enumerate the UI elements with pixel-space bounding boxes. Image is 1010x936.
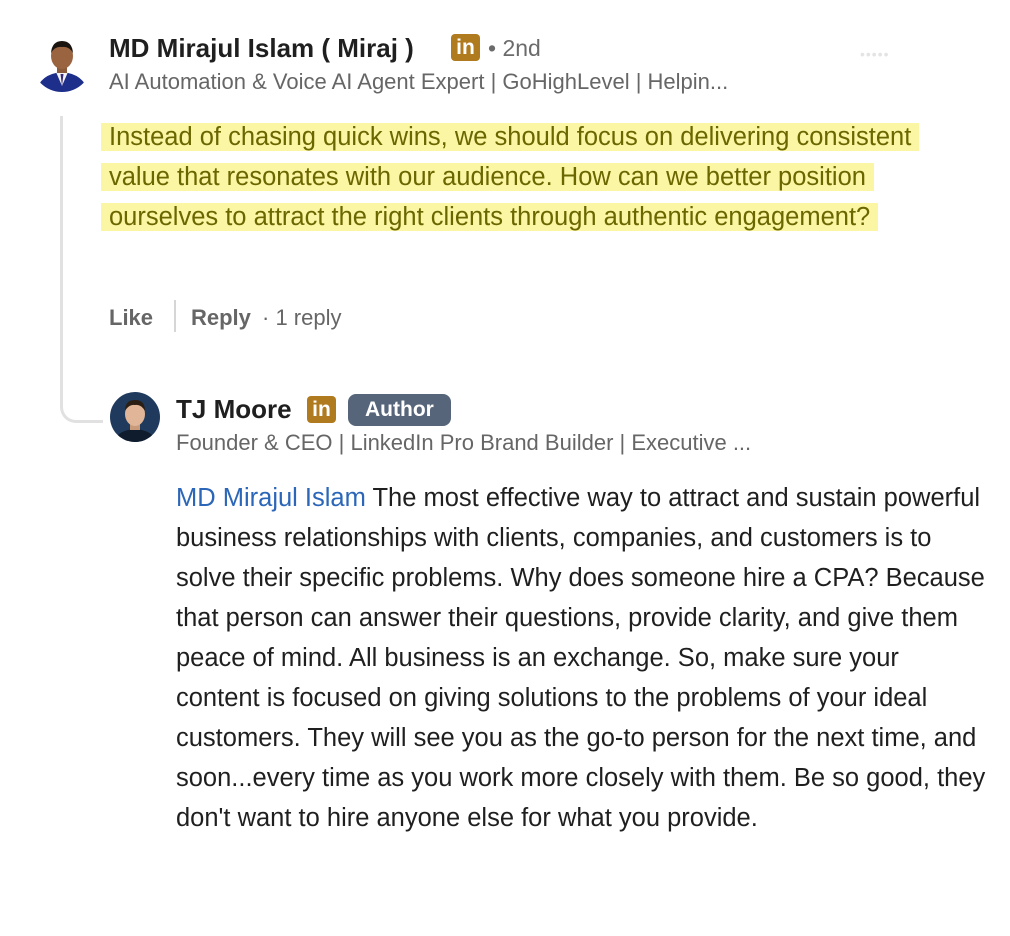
reply-author-name[interactable]: TJ Moore bbox=[176, 394, 292, 425]
connection-degree: • 2nd bbox=[488, 35, 541, 61]
linkedin-premium-icon: in bbox=[451, 34, 480, 61]
like-button[interactable]: Like bbox=[109, 305, 153, 331]
reply-count[interactable]: · 1 reply bbox=[262, 305, 341, 331]
thread-line bbox=[60, 116, 103, 423]
reply-button[interactable]: Reply bbox=[191, 305, 251, 331]
reply-text: MD Mirajul Islam The most effective way … bbox=[176, 478, 988, 838]
reply-author-headline: Founder & CEO | LinkedIn Pro Brand Build… bbox=[176, 430, 752, 455]
more-options-icon[interactable]: ••••• bbox=[860, 46, 890, 62]
reply-text-body: The most effective way to attract and su… bbox=[176, 484, 986, 832]
author-badge: Author bbox=[348, 394, 451, 426]
mention-link[interactable]: MD Mirajul Islam bbox=[176, 484, 366, 512]
comment-author-headline: AI Automation & Voice AI Agent Expert | … bbox=[109, 69, 729, 94]
linkedin-premium-icon: in bbox=[307, 396, 336, 423]
action-divider bbox=[174, 300, 176, 332]
comment-text: Instead of chasing quick wins, we should… bbox=[101, 117, 933, 237]
comment-author-name[interactable]: MD Mirajul Islam ( Miraj ) bbox=[109, 33, 414, 64]
avatar[interactable] bbox=[32, 32, 92, 92]
comment-text-highlighted: Instead of chasing quick wins, we should… bbox=[101, 123, 920, 231]
avatar[interactable] bbox=[110, 392, 160, 442]
